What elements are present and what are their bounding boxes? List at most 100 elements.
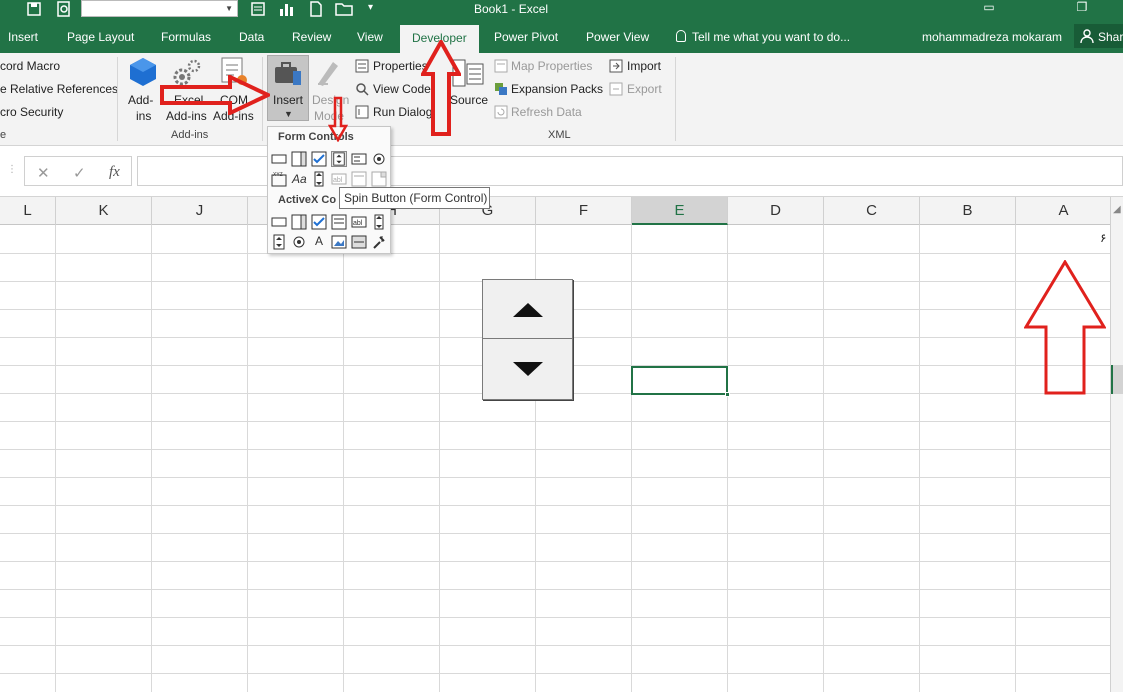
tab-data[interactable]: Data [239, 30, 264, 44]
selected-row-header[interactable] [1111, 365, 1123, 394]
store-cube-icon[interactable] [129, 57, 157, 87]
column-header-a[interactable]: A [1016, 197, 1112, 225]
print-preview-icon[interactable] [56, 1, 72, 17]
ribbon-display-icon[interactable]: ▭ [979, 0, 999, 16]
spin-button-icon[interactable] [331, 151, 347, 167]
label-control-icon[interactable]: Aa [292, 172, 307, 186]
quick-access-combo[interactable]: ▼ [81, 0, 238, 17]
properties-button[interactable]: Properties [373, 59, 428, 73]
column-header-j[interactable]: J [152, 197, 248, 225]
separator [675, 57, 676, 141]
open-folder-icon[interactable] [335, 1, 353, 17]
customize-qat-icon[interactable]: ▾ [368, 2, 373, 13]
export-button[interactable]: Export [627, 82, 662, 96]
option-button-icon[interactable] [371, 151, 387, 167]
select-all-icon[interactable]: ◢ [1113, 204, 1121, 215]
text-field-icon[interactable]: abl [331, 171, 347, 187]
activex-spin-icon[interactable] [271, 234, 287, 250]
run-dialog-icon [355, 105, 369, 119]
chevron-down-icon: ▼ [225, 4, 233, 13]
tab-power-view[interactable]: Power View [586, 30, 649, 44]
svg-text:abl: abl [333, 177, 343, 184]
activex-button-icon[interactable] [271, 214, 287, 230]
relative-references-button[interactable]: e Relative References [0, 82, 118, 96]
combo-list-edit-icon[interactable] [351, 171, 367, 187]
addins-label-1[interactable]: Add- [128, 93, 153, 107]
expansion-packs-button[interactable]: Expansion Packs [511, 82, 603, 96]
user-name[interactable]: mohammadreza mokaram [922, 30, 1062, 44]
refresh-data-icon [494, 105, 508, 119]
activex-combo-icon[interactable] [291, 214, 307, 230]
spin-button-control[interactable] [482, 279, 573, 400]
arrow-down-icon [513, 362, 543, 376]
button-control-icon[interactable] [271, 151, 287, 167]
tab-review[interactable]: Review [292, 30, 331, 44]
column-headers: L K J I H G F E D C B A [0, 197, 1123, 225]
combo-drop-edit-icon[interactable] [371, 171, 387, 187]
tab-formulas[interactable]: Formulas [161, 30, 211, 44]
enter-icon[interactable]: ✓ [73, 164, 86, 182]
column-header-c[interactable]: C [824, 197, 920, 225]
list-box-icon[interactable] [351, 151, 367, 167]
restore-icon[interactable]: ❐ [1072, 0, 1092, 16]
chart-icon[interactable] [278, 1, 294, 17]
design-mode-icon[interactable] [315, 58, 345, 88]
formula-bar: ⋮ ✕ ✓ fx [0, 146, 1123, 197]
scroll-bar-icon[interactable] [311, 171, 327, 187]
share-button[interactable]: Share [1074, 24, 1123, 48]
share-label: Share [1098, 30, 1123, 44]
tab-power-pivot[interactable]: Power Pivot [494, 30, 558, 44]
activex-scrollbar-icon[interactable] [371, 214, 387, 230]
more-controls-icon[interactable] [371, 234, 387, 250]
arrow-right-annotation-icon [160, 75, 270, 115]
map-properties-button[interactable]: Map Properties [511, 59, 592, 73]
record-macro-button[interactable]: cord Macro [0, 59, 60, 73]
cell-a1[interactable]: ۶ [1100, 231, 1106, 245]
column-header-k[interactable]: K [56, 197, 152, 225]
cancel-icon[interactable]: ✕ [37, 164, 50, 182]
activex-textbox-icon[interactable]: abl [351, 214, 367, 230]
addins-label-2[interactable]: ins [136, 109, 151, 123]
activex-image-icon[interactable] [331, 234, 347, 250]
group-box-icon[interactable]: XYZ [271, 171, 287, 187]
combo-box-icon[interactable] [291, 151, 307, 167]
column-header-e[interactable]: E [632, 197, 728, 225]
activex-option-icon[interactable] [291, 234, 307, 250]
spin-up-button[interactable] [483, 280, 572, 339]
spin-down-button[interactable] [483, 340, 572, 399]
tab-page-layout[interactable]: Page Layout [67, 30, 134, 44]
drag-handle-icon[interactable]: ⋮ [7, 164, 17, 175]
new-file-icon[interactable] [309, 1, 323, 17]
fill-handle[interactable] [725, 392, 730, 397]
arrow-up-icon [513, 303, 543, 317]
window-title: Book1 - Excel [474, 2, 549, 16]
arrow-down-annotation-icon [328, 96, 348, 142]
form-icon[interactable] [250, 1, 266, 17]
activex-toggle-icon[interactable] [351, 234, 367, 250]
person-icon [1080, 29, 1094, 43]
arrow-up-annotation-icon [421, 40, 461, 136]
expansion-packs-icon [495, 83, 507, 95]
active-cell[interactable] [631, 366, 730, 397]
tell-me-search[interactable]: Tell me what you want to do... [676, 30, 850, 44]
column-header-f[interactable]: F [536, 197, 632, 225]
insert-function-icon[interactable]: fx [109, 164, 120, 181]
separator [117, 57, 118, 141]
ribbon-tabs: Insert Page Layout Formulas Data Review … [0, 19, 1123, 53]
tab-view[interactable]: View [357, 30, 383, 44]
tab-insert[interactable]: Insert [8, 30, 38, 44]
column-header-b[interactable]: B [920, 197, 1016, 225]
column-header-l[interactable]: L [0, 197, 56, 225]
refresh-data-button[interactable]: Refresh Data [511, 105, 582, 119]
activex-label-icon[interactable]: A [315, 234, 323, 248]
import-button[interactable]: Import [627, 59, 661, 73]
export-icon [609, 82, 623, 96]
activex-checkbox-icon[interactable] [311, 214, 327, 230]
checkbox-icon[interactable] [311, 151, 327, 167]
import-icon [609, 59, 623, 73]
activex-controls-header: ActiveX Co [278, 194, 337, 206]
macro-security-button[interactable]: cro Security [0, 105, 63, 119]
save-icon[interactable] [26, 1, 42, 17]
activex-list-icon[interactable] [331, 214, 347, 230]
column-header-d[interactable]: D [728, 197, 824, 225]
